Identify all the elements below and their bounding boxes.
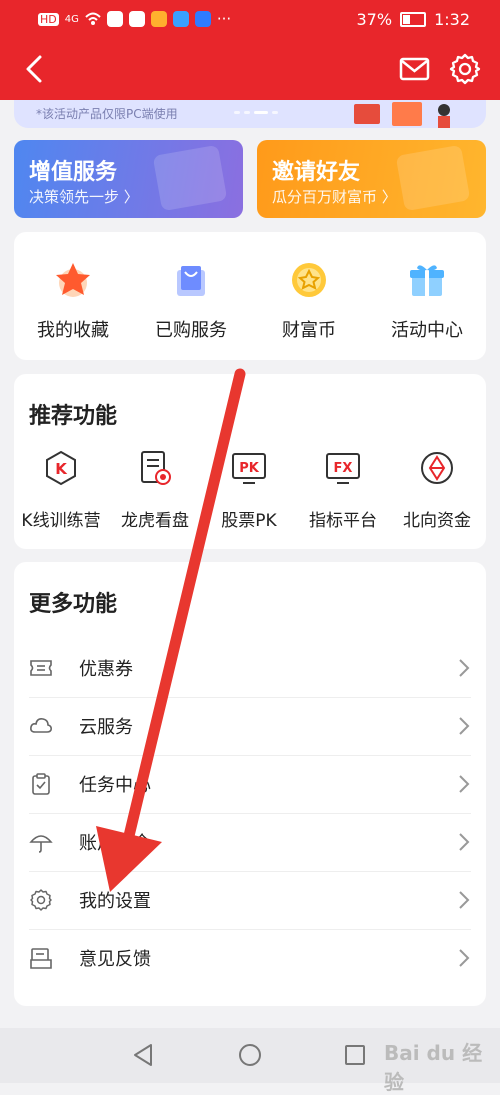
banner-illustration — [354, 102, 450, 128]
mail-icon — [399, 57, 430, 81]
list-item-coupons[interactable]: 优惠券 — [29, 639, 471, 698]
chevron-right-icon — [459, 949, 470, 967]
coin-icon — [292, 263, 326, 297]
nav-recent-apps-icon[interactable] — [344, 1044, 366, 1066]
task-icon — [32, 773, 50, 795]
quick-icon-label: 已购服务 — [155, 320, 227, 341]
shopping-bag-icon — [177, 266, 205, 296]
dragon-tiger-item[interactable]: 龙虎看盘 — [108, 450, 202, 540]
app-notification-icon — [106, 11, 123, 27]
value-added-services-card[interactable]: 增值服务 决策领先一步 〉 — [14, 140, 243, 218]
battery-percent: 37% — [356, 10, 393, 29]
watermark: Bai du 经验 — [384, 1041, 483, 1094]
k-line-icon: K — [46, 450, 76, 486]
star-icon — [56, 263, 90, 297]
carousel-dots — [234, 111, 278, 114]
k-line-training-item[interactable]: K K线训练营 — [14, 450, 108, 540]
chevron-right-icon — [459, 775, 470, 793]
umbrella-icon — [29, 835, 53, 853]
northbound-icon — [421, 452, 453, 484]
promo-subtitle: 瓜分百万财富币 〉 — [272, 188, 397, 206]
chevron-right-icon — [459, 659, 470, 677]
recommended-functions-card: 推荐功能 K K线训练营 龙虎看盘 PK 股票PK FX 指标平台 北向资金 — [14, 374, 486, 549]
nav-home-icon[interactable] — [238, 1043, 262, 1067]
wifi-icon — [85, 11, 101, 27]
list-item-label: 任务中心 — [79, 775, 151, 796]
list-item-account-security[interactable]: 账户安全 — [29, 813, 471, 872]
app-notification-icon — [172, 11, 189, 27]
pk-icon: PK — [232, 453, 266, 484]
rec-label: 北向资金 — [403, 511, 471, 531]
gift-icon — [410, 265, 444, 296]
quick-icon-label: 财富币 — [282, 320, 336, 341]
list-item-label: 账户安全 — [79, 833, 151, 854]
chevron-left-icon — [26, 55, 42, 83]
rec-label: K线训练营 — [21, 511, 101, 531]
coupon-icon — [30, 660, 52, 676]
app-notification-icon — [194, 11, 211, 27]
northbound-funds-item[interactable]: 北向资金 — [390, 450, 484, 540]
invite-friends-card[interactable]: 邀请好友 瓜分百万财富币 〉 — [257, 140, 486, 218]
dragon-tiger-icon — [141, 451, 171, 485]
messages-button[interactable] — [398, 54, 432, 84]
list-item-my-settings[interactable]: 我的设置 — [29, 871, 471, 930]
list-item-label: 优惠券 — [79, 659, 133, 680]
feedback-icon — [30, 948, 52, 969]
pk-glyph: PK — [239, 461, 260, 476]
clock: 1:32 — [434, 10, 470, 29]
stock-pk-item[interactable]: PK 股票PK — [202, 450, 296, 540]
section-title: 更多功能 — [29, 592, 118, 617]
promo-title: 邀请好友 — [272, 160, 361, 185]
purchased-services-item[interactable]: 已购服务 — [132, 232, 250, 360]
chevron-right-icon — [459, 717, 470, 735]
gear-icon — [449, 53, 481, 85]
app-notification-icon — [128, 11, 145, 27]
rec-label: 股票PK — [221, 511, 277, 531]
fx-icon: FX — [326, 453, 360, 484]
cloud-icon — [30, 718, 52, 733]
network-label: 4G — [64, 13, 79, 25]
settings-button[interactable] — [448, 52, 482, 86]
list-item-feedback[interactable]: 意见反馈 — [29, 929, 471, 987]
activity-banner[interactable]: *该活动产品仅限PC端使用 — [14, 100, 486, 128]
more-functions-card: 更多功能 优惠券 云服务 任务中心 账户安全 我的设置 意见反馈 — [14, 562, 486, 1006]
list-item-label: 云服务 — [79, 717, 133, 738]
quick-icon-label: 我的收藏 — [37, 320, 109, 341]
rec-label: 指标平台 — [309, 511, 377, 531]
k-glyph: K — [55, 460, 68, 478]
section-title: 推荐功能 — [29, 404, 118, 429]
list-item-label: 意见反馈 — [79, 949, 151, 970]
rec-label: 龙虎看盘 — [121, 511, 189, 531]
chevron-right-icon — [459, 891, 470, 909]
more-notifications-icon: ··· — [216, 10, 232, 28]
settings-icon — [30, 889, 52, 911]
promo-title: 增值服务 — [29, 160, 118, 185]
hd-label: HD — [38, 12, 59, 26]
fx-glyph: FX — [334, 461, 353, 476]
indicator-platform-item[interactable]: FX 指标平台 — [296, 450, 390, 540]
promo-subtitle: 决策领先一步 〉 — [29, 188, 139, 206]
battery-icon — [400, 12, 427, 27]
chevron-right-icon — [459, 833, 470, 851]
list-item-cloud-service[interactable]: 云服务 — [29, 697, 471, 756]
banner-note: *该活动产品仅限PC端使用 — [36, 107, 178, 121]
favorites-item[interactable]: 我的收藏 — [14, 232, 132, 360]
activity-center-item[interactable]: 活动中心 — [368, 232, 486, 360]
wealth-coin-item[interactable]: 财富币 — [250, 232, 368, 360]
back-button[interactable] — [22, 54, 48, 84]
quick-icon-label: 活动中心 — [391, 320, 463, 341]
app-notification-icon — [150, 11, 167, 27]
list-item-label: 我的设置 — [79, 891, 151, 912]
status-bar: HD 4G ··· 37% 1:32 — [0, 0, 500, 38]
list-item-task-center[interactable]: 任务中心 — [29, 755, 471, 814]
quick-access-card: 我的收藏 已购服务 财富币 活动中心 — [14, 232, 486, 360]
nav-back-icon[interactable] — [132, 1043, 154, 1067]
